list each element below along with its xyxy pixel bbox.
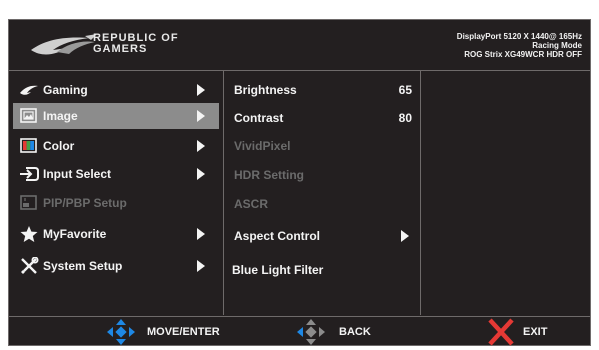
exit-hint[interactable]: EXIT (485, 317, 565, 347)
dpad-move-icon (107, 319, 135, 345)
menu-label: MyFavorite (43, 227, 107, 241)
value-panel (421, 71, 591, 315)
star-icon (20, 226, 38, 242)
submenu-label: HDR Setting (234, 168, 304, 182)
status-line-signal: DisplayPort 5120 X 1440@ 165Hz (456, 32, 582, 41)
menu-label: Image (43, 109, 78, 123)
arrow-right-icon (197, 140, 205, 152)
brightness-value: 65 (398, 83, 412, 97)
submenu-item-contrast[interactable]: Contrast 80 (224, 107, 420, 129)
menu-label: System Setup (43, 259, 123, 273)
input-select-icon (20, 167, 39, 181)
submenu-item-aspect-control[interactable]: Aspect Control (224, 225, 420, 247)
submenu-label: Contrast (234, 111, 284, 125)
menu-item-pip-pbp-setup: PIP/PBP Setup (9, 190, 223, 216)
menu-label: PIP/PBP Setup (43, 196, 127, 210)
menu-item-myfavorite[interactable]: MyFavorite (9, 221, 223, 247)
submenu-label: ASCR (234, 197, 269, 211)
menu-item-gaming[interactable]: Gaming (9, 77, 223, 103)
main-menu: Gaming Image Color Input Select PIP/PBP … (9, 71, 224, 315)
rog-eye-icon (20, 85, 38, 95)
submenu-item-hdr-setting: HDR Setting (224, 164, 420, 186)
arrow-right-icon (401, 230, 409, 242)
submenu-item-ascr: ASCR (224, 193, 420, 215)
menu-item-system-setup[interactable]: System Setup (9, 253, 223, 279)
arrow-right-icon (197, 110, 205, 122)
pip-pbp-icon (20, 195, 37, 210)
submenu-item-vividpixel: VividPixel (224, 135, 420, 157)
brand-text: REPUBLIC OF GAMERS (93, 33, 179, 55)
image-icon (20, 108, 37, 123)
arrow-right-icon (197, 228, 205, 240)
osd-footer: MOVE/ENTER BACK EXIT (9, 316, 590, 347)
arrow-right-icon (197, 84, 205, 96)
status-line-model: ROG Strix XG49WCR HDR OFF (464, 50, 582, 59)
back-hint[interactable]: BACK (295, 317, 385, 347)
color-palette-icon (20, 138, 37, 153)
arrow-right-icon (197, 168, 205, 180)
brand-line-2: GAMERS (93, 43, 148, 55)
back-label: BACK (339, 326, 371, 338)
osd-header: REPUBLIC OF GAMERS DisplayPort 5120 X 14… (9, 20, 590, 71)
exit-label: EXIT (523, 326, 548, 338)
menu-label: Color (43, 139, 75, 153)
wrench-screwdriver-icon (21, 257, 39, 274)
submenu-label: Blue Light Filter (232, 263, 324, 277)
status-info: DisplayPort 5120 X 1440@ 165Hz Racing Mo… (457, 32, 582, 59)
submenu-label: VividPixel (234, 139, 291, 153)
submenu-item-brightness[interactable]: Brightness 65 (224, 79, 420, 101)
menu-label: Gaming (43, 83, 88, 97)
move-enter-label: MOVE/ENTER (147, 326, 220, 338)
arrow-right-icon (197, 260, 205, 272)
osd-menu: REPUBLIC OF GAMERS DisplayPort 5120 X 14… (8, 19, 591, 346)
dpad-back-icon (297, 319, 325, 345)
menu-item-input-select[interactable]: Input Select (9, 161, 223, 187)
menu-label: Input Select (43, 167, 112, 181)
move-enter-hint[interactable]: MOVE/ENTER (105, 317, 245, 347)
exit-x-icon (488, 318, 514, 346)
submenu-label: Brightness (234, 83, 297, 97)
menu-item-image[interactable]: Image (13, 103, 219, 129)
contrast-value: 80 (398, 111, 412, 125)
menu-item-color[interactable]: Color (9, 133, 223, 159)
image-submenu: Brightness 65 Contrast 80 VividPixel HDR… (224, 71, 421, 315)
submenu-label: Aspect Control (234, 229, 321, 243)
status-line-mode: Racing Mode (532, 41, 582, 50)
submenu-item-blue-light-filter[interactable]: Blue Light Filter (224, 259, 420, 281)
